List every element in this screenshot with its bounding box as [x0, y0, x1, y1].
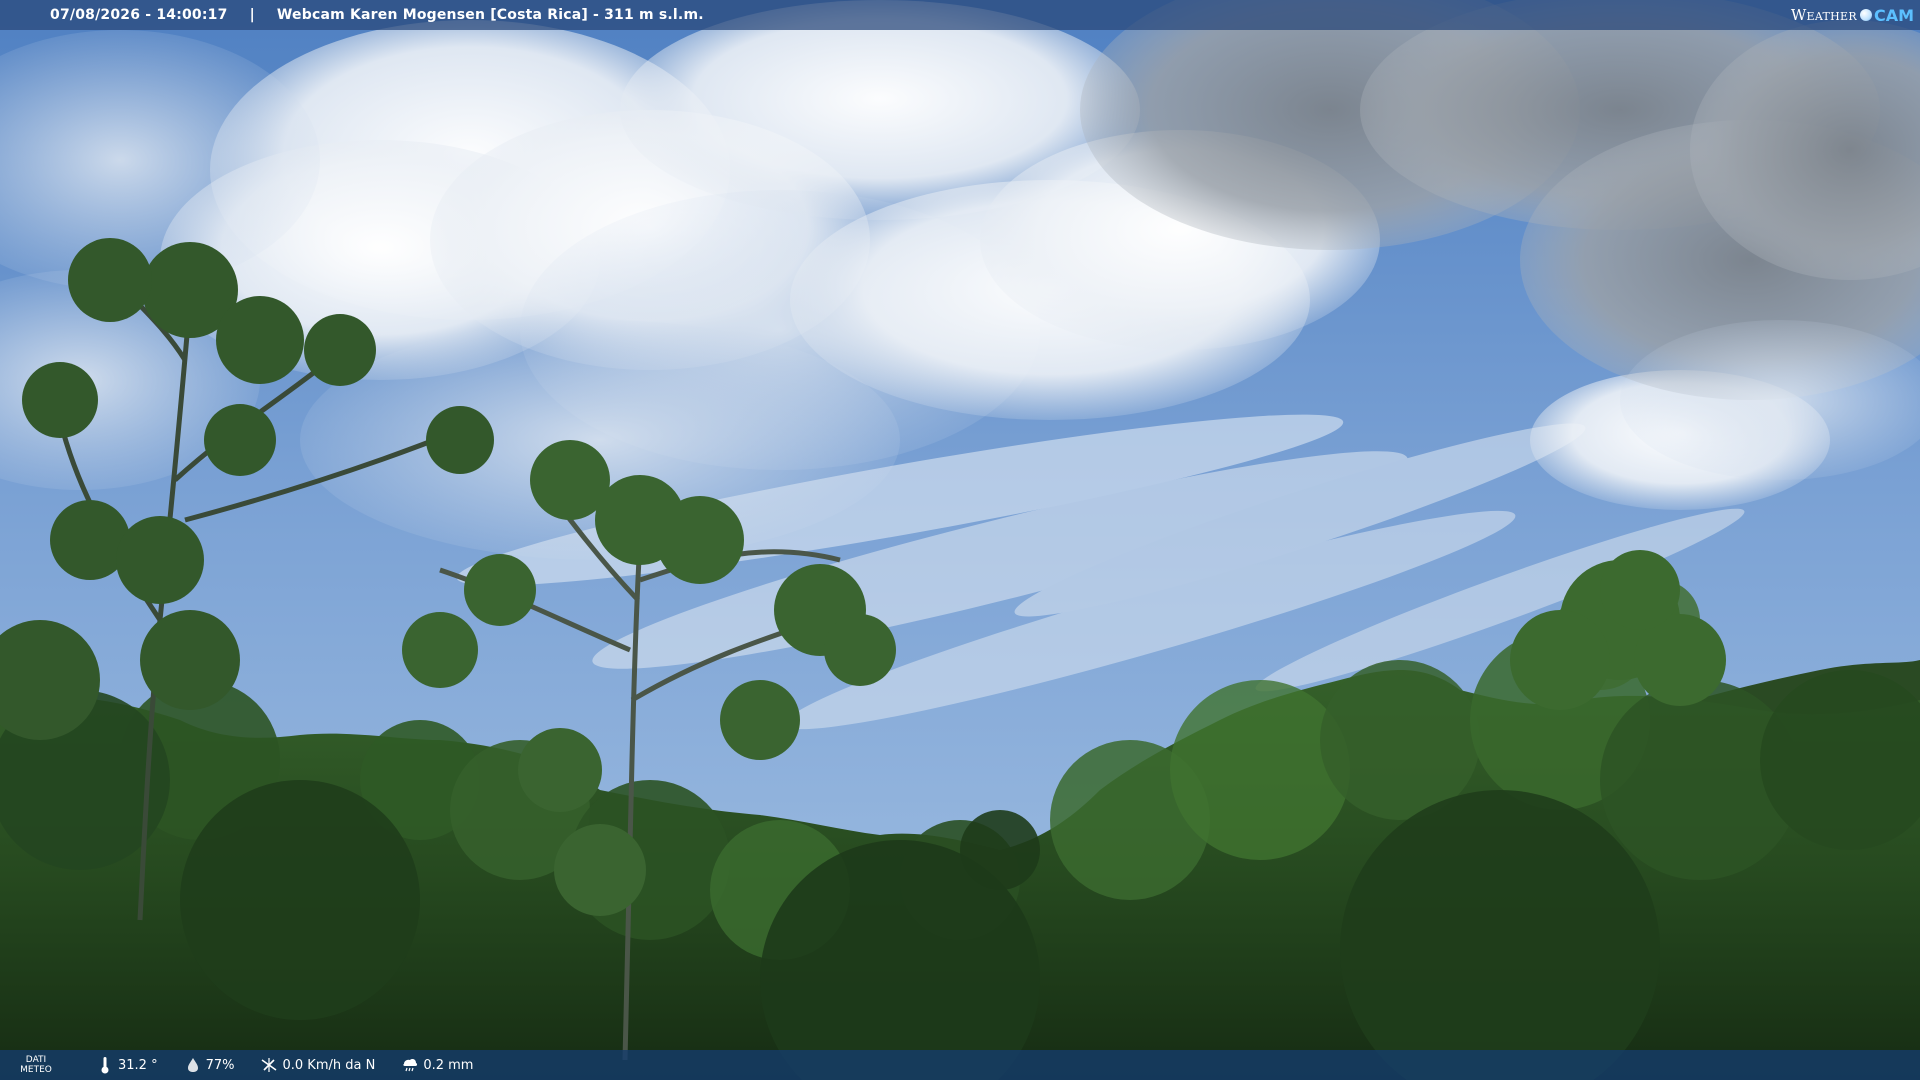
temperature-metric: 31.2 ° — [96, 1056, 158, 1074]
landscape-scene — [0, 0, 1920, 1080]
logo-weather-text: Weather — [1790, 6, 1857, 24]
dati-meteo-label: DATI METEO — [20, 1055, 52, 1075]
humidity-metric: 77% — [184, 1056, 235, 1074]
weather-data-bar: DATI METEO 31.2 ° 77% 0.0 Km/h da N 0.2 … — [0, 1050, 1920, 1080]
rain-icon — [401, 1056, 419, 1074]
rain-metric: 0.2 mm — [401, 1056, 473, 1074]
webcam-title: Webcam Karen Mogensen [Costa Rica] - 311… — [276, 7, 704, 23]
header-separator: | — [249, 7, 255, 23]
logo-cam-text: CAM — [1873, 5, 1914, 25]
meteo-label: METEO — [20, 1065, 52, 1075]
top-info-bar: 07/08/2026 - 14:00:17 | Webcam Karen Mog… — [0, 0, 1920, 30]
wind-value: 0.0 Km/h da N — [282, 1057, 376, 1073]
humidity-value: 77% — [205, 1057, 235, 1073]
wind-metric: 0.0 Km/h da N — [260, 1056, 375, 1074]
dati-label: DATI — [25, 1055, 47, 1065]
webcam-image — [0, 0, 1920, 1080]
thermometer-icon — [96, 1056, 114, 1074]
globe-icon — [1859, 9, 1872, 21]
rain-value: 0.2 mm — [423, 1057, 474, 1073]
wind-icon — [260, 1056, 278, 1074]
timestamp: 07/08/2026 - 14:00:17 — [50, 7, 228, 23]
temperature-value: 31.2 ° — [118, 1057, 158, 1073]
droplet-icon — [184, 1056, 202, 1074]
weathercam-logo: Weather CAM — [1791, 0, 1920, 30]
